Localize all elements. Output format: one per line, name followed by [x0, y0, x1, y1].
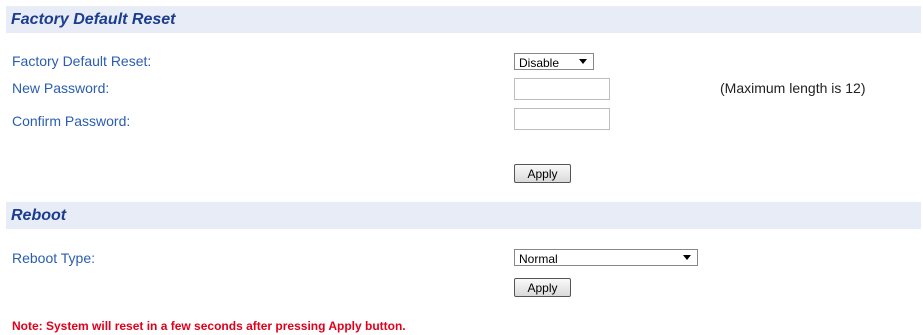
- reboot-apply-button[interactable]: Apply: [514, 278, 571, 297]
- new-password-label: New Password:: [12, 80, 110, 96]
- factory-reset-header: Factory Default Reset: [6, 6, 921, 33]
- confirm-password-label: Confirm Password:: [12, 113, 131, 129]
- chevron-down-icon: [579, 59, 587, 64]
- factory-reset-label: Factory Default Reset:: [12, 53, 152, 69]
- reboot-type-select[interactable]: Normal: [514, 249, 698, 266]
- confirm-password-field[interactable]: [514, 108, 610, 130]
- reboot-type-label: Reboot Type:: [12, 250, 96, 266]
- reset-note: Note: System will reset in a few seconds…: [12, 319, 406, 333]
- new-password-field[interactable]: [514, 78, 610, 100]
- reboot-type-select-value: Normal: [519, 252, 558, 266]
- factory-reset-select-value: Disable: [519, 56, 560, 70]
- chevron-down-icon: [683, 255, 691, 260]
- reboot-title: Reboot: [11, 207, 67, 224]
- factory-reset-title: Factory Default Reset: [11, 11, 176, 28]
- reboot-header: Reboot: [6, 202, 921, 229]
- max-length-hint: (Maximum length is 12): [720, 80, 866, 96]
- factory-reset-apply-button[interactable]: Apply: [514, 164, 571, 183]
- factory-reset-select[interactable]: Disable: [514, 53, 594, 70]
